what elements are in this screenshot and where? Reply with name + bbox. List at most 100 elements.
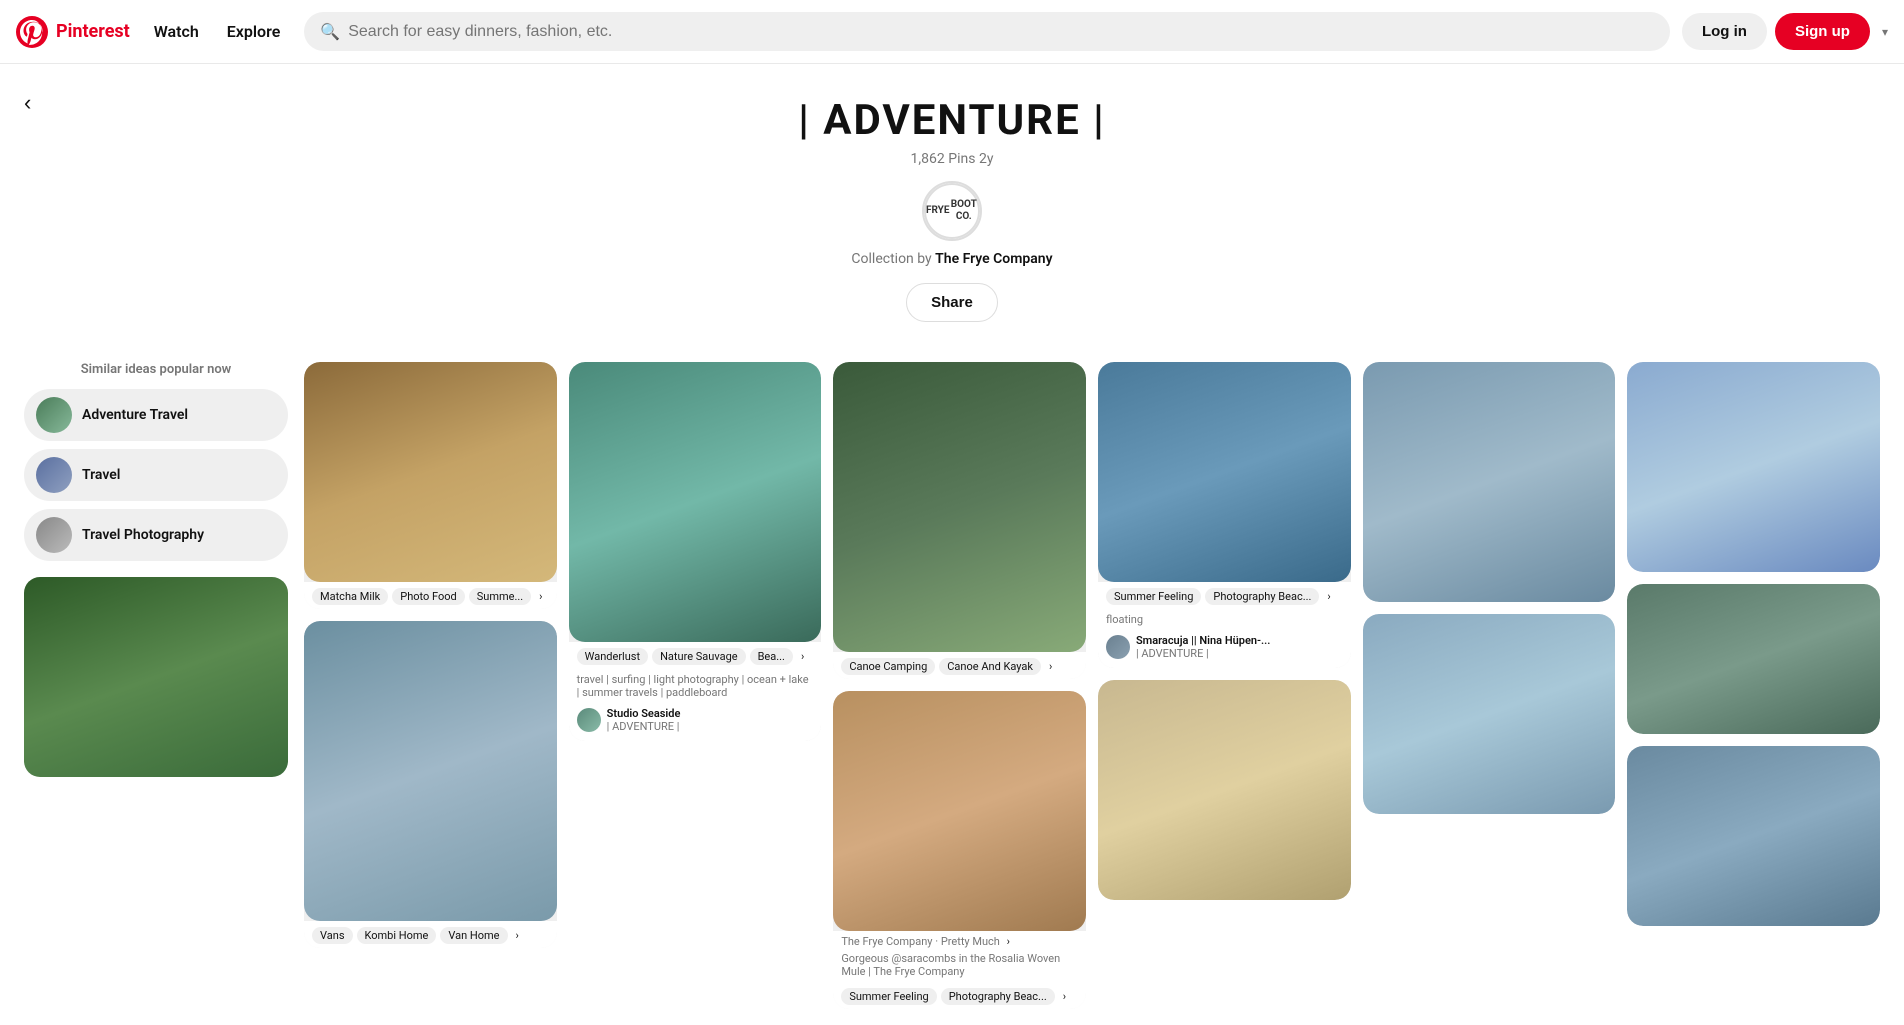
pin-image-canoe: [833, 362, 1086, 652]
pin-tag-more[interactable]: ›: [1059, 988, 1070, 1005]
tag-avatar-adventure: [36, 397, 72, 433]
pin-tag[interactable]: Photo Food: [392, 588, 464, 605]
pin-tag[interactable]: Wanderlust: [577, 648, 648, 665]
pin-image-water: [569, 362, 822, 642]
pin-card[interactable]: Matcha Milk Photo Food Summe... ›: [304, 362, 557, 609]
pin-tag[interactable]: Kombi Home: [357, 927, 437, 944]
pin-image-mountain: [1627, 746, 1880, 926]
pin-tags-water: Wanderlust Nature Sauvage Bea... ›: [569, 642, 822, 669]
frye-logo: FRYE BOOT CO.: [924, 183, 980, 239]
similar-title: Similar ideas popular now: [24, 362, 288, 377]
pin-image-tent: [1627, 584, 1880, 734]
pin-tag-more[interactable]: ›: [1003, 933, 1014, 950]
share-button[interactable]: Share: [906, 283, 998, 322]
pin-tags-van: Vans Kombi Home Van Home ›: [304, 921, 557, 948]
pin-card[interactable]: Summer Feeling Photography Beac... › flo…: [1098, 362, 1351, 668]
tag-adventure-travel[interactable]: Adventure Travel: [24, 389, 288, 441]
pin-tag[interactable]: Bea...: [750, 648, 793, 665]
pins-grid: Matcha Milk Photo Food Summe... › Vans K…: [304, 362, 1880, 1009]
pin-description: travel | surfing | light photography | o…: [569, 669, 822, 703]
pin-card[interactable]: Canoe Camping Canoe And Kayak ›: [833, 362, 1086, 679]
pin-tag[interactable]: Vans: [312, 927, 353, 944]
collection-prefix: Collection by: [851, 251, 931, 267]
pin-tags-boat: Summer Feeling Photography Beac... ›: [1098, 582, 1351, 609]
login-button[interactable]: Log in: [1682, 13, 1767, 50]
tag-travel[interactable]: Travel: [24, 449, 288, 501]
pin-tag-more[interactable]: ›: [1045, 658, 1056, 675]
signup-button[interactable]: Sign up: [1775, 13, 1870, 50]
pin-card[interactable]: [1363, 614, 1616, 814]
search-icon: 🔍: [320, 22, 340, 41]
pin-image-van: [304, 621, 557, 921]
pin-tag[interactable]: Van Home: [440, 927, 507, 944]
pin-user-details: Smaracuja || Nina Hüpen-... | ADVENTURE …: [1136, 634, 1270, 660]
pin-user-info: Studio Seaside | ADVENTURE |: [569, 703, 822, 741]
pin-tag-more[interactable]: ›: [535, 588, 546, 605]
pin-tag[interactable]: Canoe Camping: [841, 658, 935, 675]
chevron-down-icon[interactable]: ▾: [1882, 25, 1888, 39]
pin-tags-food: Matcha Milk Photo Food Summe... ›: [304, 582, 557, 609]
pins-count: 1,862: [911, 151, 945, 167]
main-content: Similar ideas popular now Adventure Trav…: [0, 346, 1904, 1025]
pin-tag[interactable]: Nature Sauvage: [652, 648, 746, 665]
pin-tag-more[interactable]: ›: [512, 927, 523, 944]
search-bar: 🔍: [304, 12, 1670, 51]
pin-tag[interactable]: Summe...: [469, 588, 531, 605]
pin-tag[interactable]: Summer Feeling: [1106, 588, 1201, 605]
board-meta: 1,862 Pins 2y: [16, 151, 1888, 167]
sidebar: Similar ideas popular now Adventure Trav…: [24, 362, 304, 1009]
pin-image-food: [304, 362, 557, 582]
pin-card[interactable]: Wanderlust Nature Sauvage Bea... › trave…: [569, 362, 822, 741]
pin-description: floating: [1098, 609, 1351, 630]
pin-user-sub: | ADVENTURE |: [607, 720, 681, 733]
back-button[interactable]: ‹: [24, 90, 31, 116]
pin-image-cactus: [833, 691, 1086, 931]
pin-related-label: Pretty Much: [941, 935, 1000, 948]
pin-card[interactable]: [1627, 584, 1880, 734]
tag-avatar-travel: [36, 457, 72, 493]
header-actions: Log in Sign up ▾: [1682, 13, 1888, 50]
pin-user-name: Studio Seaside: [607, 707, 681, 720]
pin-tag-more[interactable]: ›: [1323, 588, 1334, 605]
pin-card[interactable]: [1098, 680, 1351, 900]
pin-image-ice: [1363, 614, 1616, 814]
pin-user-details: Studio Seaside | ADVENTURE |: [607, 707, 681, 733]
pin-card[interactable]: [1363, 362, 1616, 602]
tag-label-travel: Travel: [82, 467, 120, 483]
header: Pinterest Watch Explore 🔍 Log in Sign up…: [0, 0, 1904, 64]
pin-card[interactable]: [1627, 746, 1880, 926]
pin-image-boat: [1098, 362, 1351, 582]
collection-by: Collection by The Frye Company: [16, 251, 1888, 267]
search-input[interactable]: [348, 23, 1654, 41]
pin-tag[interactable]: Matcha Milk: [312, 588, 388, 605]
collection-author-link[interactable]: The Frye Company: [935, 251, 1052, 267]
main-nav: Watch Explore: [142, 22, 293, 41]
pin-tags-cactus: Summer Feeling Photography Beac... ›: [833, 982, 1086, 1009]
pin-user-sub: | ADVENTURE |: [1136, 647, 1270, 660]
pin-user-avatar: [577, 708, 601, 732]
pins-label: Pins: [948, 151, 975, 167]
pin-card[interactable]: Vans Kombi Home Van Home ›: [304, 621, 557, 948]
pin-tag[interactable]: Photography Beac...: [941, 988, 1055, 1005]
pin-user-avatar: [1106, 635, 1130, 659]
brand-name: Pinterest: [56, 21, 130, 42]
pin-tag-more[interactable]: ›: [797, 648, 808, 665]
nav-watch[interactable]: Watch: [142, 14, 211, 49]
pin-card[interactable]: [1627, 362, 1880, 572]
tag-travel-photography[interactable]: Travel Photography: [24, 509, 288, 561]
pin-image-cloud: [1627, 362, 1880, 572]
tag-label-adventure: Adventure Travel: [82, 407, 188, 423]
pin-tag[interactable]: Summer Feeling: [841, 988, 936, 1005]
pin-tag[interactable]: Photography Beac...: [1205, 588, 1319, 605]
nav-explore[interactable]: Explore: [215, 14, 293, 49]
pin-tags-canoe: Canoe Camping Canoe And Kayak ›: [833, 652, 1086, 679]
pin-category: The Frye Company · Pretty Much ›: [833, 931, 1086, 948]
board-avatar: FRYE BOOT CO.: [922, 181, 982, 241]
pin-tag[interactable]: Canoe And Kayak: [939, 658, 1041, 675]
tag-label-photo: Travel Photography: [82, 527, 204, 543]
pin-image-picnic: [1098, 680, 1351, 900]
pin-image-rock: [1363, 362, 1616, 602]
logo-link[interactable]: Pinterest: [16, 16, 130, 48]
pin-card[interactable]: The Frye Company · Pretty Much › Gorgeou…: [833, 691, 1086, 1009]
pin-user-name: Smaracuja || Nina Hüpen-...: [1136, 634, 1270, 647]
